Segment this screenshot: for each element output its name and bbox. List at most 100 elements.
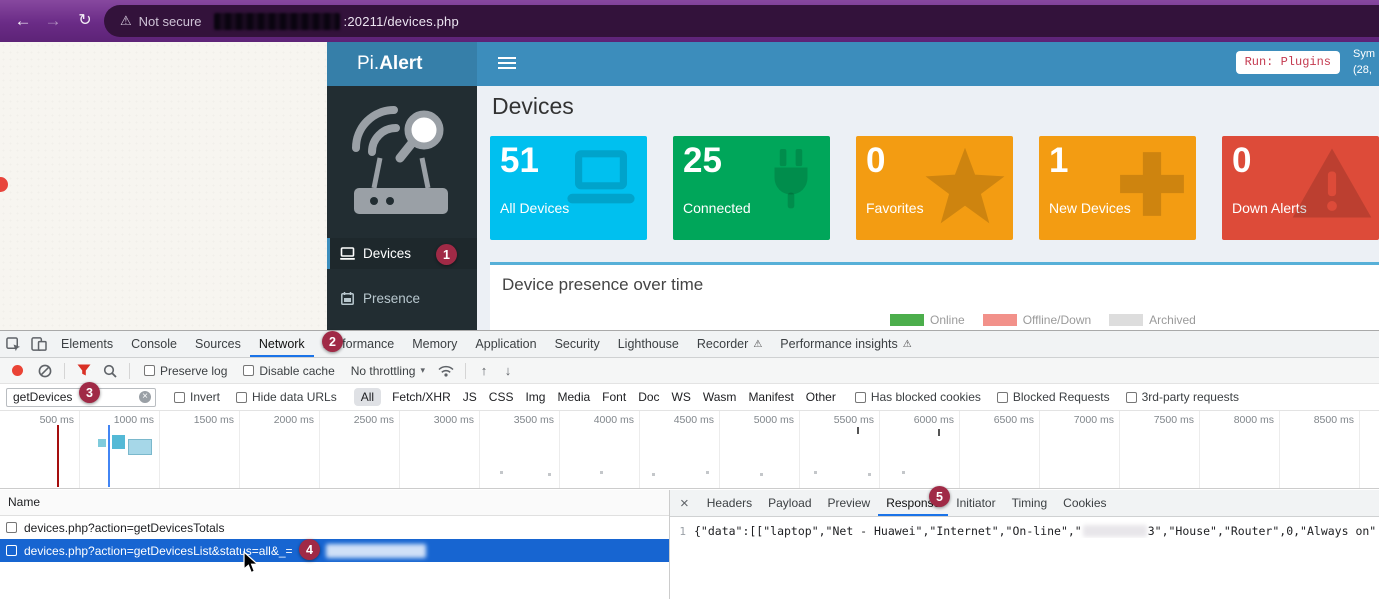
hide-data-urls-checkbox[interactable]: Hide data URLs bbox=[236, 390, 337, 404]
inspect-icon[interactable] bbox=[0, 331, 26, 357]
filter-type-wasm[interactable]: Wasm bbox=[703, 390, 737, 404]
timeline-tick: 3500 ms bbox=[480, 411, 560, 488]
chevron-down-icon: ▾ bbox=[420, 365, 425, 376]
filter-type-font[interactable]: Font bbox=[602, 390, 626, 404]
detail-tab-timing[interactable]: Timing bbox=[1004, 490, 1056, 516]
filter-type-manifest[interactable]: Manifest bbox=[748, 390, 793, 404]
app-logo[interactable]: Pi.Alert bbox=[327, 42, 477, 86]
tab-security[interactable]: Security bbox=[546, 331, 609, 357]
third-party-requests-checkbox[interactable]: 3rd-party requests bbox=[1126, 390, 1239, 404]
filter-type-css[interactable]: CSS bbox=[489, 390, 514, 404]
detail-tab-payload[interactable]: Payload bbox=[760, 490, 819, 516]
request-detail-pane: × Headers Payload Preview Response Initi… bbox=[670, 490, 1379, 599]
stat-card-new-devices[interactable]: 1 New Devices bbox=[1039, 136, 1196, 240]
disable-cache-checkbox[interactable]: Disable cache bbox=[243, 364, 334, 378]
reload-icon[interactable]: ↻ bbox=[72, 8, 98, 34]
network-timeline[interactable]: 500 ms 1000 ms 1500 ms 2000 ms 2500 ms 3… bbox=[0, 411, 1379, 489]
sidebar-item-presence[interactable]: Presence bbox=[327, 283, 477, 314]
checkbox[interactable] bbox=[174, 392, 185, 403]
warning-icon bbox=[1291, 146, 1373, 225]
filter-type-all[interactable]: All bbox=[354, 388, 381, 406]
stat-card-favorites[interactable]: 0 Favorites bbox=[856, 136, 1013, 240]
forward-icon[interactable]: → bbox=[40, 8, 66, 34]
topnav-right-line2: (28, bbox=[1353, 64, 1372, 76]
checkbox-label: Invert bbox=[190, 390, 220, 404]
app-sidebar: Pi.Alert bbox=[327, 42, 477, 330]
filter-type-fetch-xhr[interactable]: Fetch/XHR bbox=[392, 390, 451, 404]
detail-tab-cookies[interactable]: Cookies bbox=[1055, 490, 1114, 516]
topnav-right-text: Sym(28, bbox=[1353, 47, 1377, 79]
not-secure-label[interactable]: Not secure bbox=[139, 14, 202, 29]
request-checkbox[interactable] bbox=[6, 545, 17, 556]
checkbox[interactable] bbox=[855, 392, 866, 403]
clear-filter-icon[interactable]: × bbox=[139, 391, 151, 403]
tab-elements[interactable]: Elements bbox=[52, 331, 122, 357]
filter-type-js[interactable]: JS bbox=[463, 390, 477, 404]
legend-label: Offline/Down bbox=[1023, 313, 1091, 327]
tab-console[interactable]: Console bbox=[122, 331, 186, 357]
tab-lighthouse[interactable]: Lighthouse bbox=[609, 331, 688, 357]
filter-type-other[interactable]: Other bbox=[806, 390, 836, 404]
response-json-after: 3","House","Router",0,"Always on" bbox=[1148, 524, 1376, 538]
timeline-tick: 500 ms bbox=[0, 411, 80, 488]
request-checkbox[interactable] bbox=[6, 522, 17, 533]
timeline-tick: 8000 ms bbox=[1200, 411, 1280, 488]
requests-name-header[interactable]: Name bbox=[0, 490, 669, 516]
tab-recorder[interactable]: Recorder⚠ bbox=[688, 331, 771, 357]
requests-pane: Name devices.php?action=getDevicesTotals… bbox=[0, 490, 670, 599]
stat-card-down-alerts[interactable]: 0 Down Alerts bbox=[1222, 136, 1379, 240]
invert-checkbox[interactable]: Invert bbox=[174, 390, 220, 404]
has-blocked-cookies-checkbox[interactable]: Has blocked cookies bbox=[855, 390, 981, 404]
preserve-log-checkbox[interactable]: Preserve log bbox=[144, 364, 227, 378]
device-toolbar-icon[interactable] bbox=[26, 331, 52, 357]
hamburger-icon[interactable] bbox=[498, 57, 516, 59]
legend-label: Online bbox=[930, 313, 965, 327]
legend-swatch-offline bbox=[983, 314, 1017, 326]
brand-text-bold: Alert bbox=[379, 53, 422, 74]
address-bar[interactable]: ⚠ Not secure :20211/devices.php bbox=[104, 5, 1379, 37]
export-har-icon[interactable]: ↓ bbox=[496, 363, 520, 378]
checkbox[interactable] bbox=[997, 392, 1008, 403]
throttling-dropdown[interactable]: No throttling▾ bbox=[351, 364, 425, 378]
network-conditions-icon[interactable] bbox=[433, 365, 459, 377]
browser-toolbar: ← → ↻ ⚠ Not secure :20211/devices.php bbox=[0, 0, 1379, 42]
timeline-tick: 8500 ms bbox=[1280, 411, 1360, 488]
record-button[interactable] bbox=[12, 365, 23, 376]
network-toolbar: Preserve log Disable cache No throttling… bbox=[0, 358, 1379, 384]
close-icon[interactable]: × bbox=[670, 490, 699, 516]
tab-sources[interactable]: Sources bbox=[186, 331, 250, 357]
request-row-selected[interactable]: devices.php?action=getDevicesList&status… bbox=[0, 539, 669, 562]
checkbox[interactable] bbox=[1126, 392, 1137, 403]
stat-card-connected[interactable]: 25 Connected bbox=[673, 136, 830, 240]
tab-memory[interactable]: Memory bbox=[403, 331, 466, 357]
search-icon[interactable] bbox=[97, 364, 123, 378]
tab-performance-insights[interactable]: Performance insights⚠ bbox=[771, 331, 920, 357]
checkbox[interactable] bbox=[144, 365, 155, 376]
clear-icon[interactable] bbox=[32, 364, 58, 378]
request-row[interactable]: devices.php?action=getDevicesTotals bbox=[0, 516, 669, 539]
router-illustration bbox=[342, 96, 460, 231]
tab-network[interactable]: Network bbox=[250, 331, 314, 357]
filter-icon[interactable] bbox=[71, 364, 97, 377]
filter-type-media[interactable]: Media bbox=[557, 390, 590, 404]
detail-tab-initiator[interactable]: Initiator bbox=[948, 490, 1003, 516]
timeline-tick: 6500 ms bbox=[960, 411, 1040, 488]
import-har-icon[interactable]: ↑ bbox=[472, 363, 496, 378]
detail-tab-headers[interactable]: Headers bbox=[699, 490, 760, 516]
divider bbox=[465, 363, 466, 379]
checkbox[interactable] bbox=[243, 365, 254, 376]
checkbox[interactable] bbox=[236, 392, 247, 403]
response-body[interactable]: 1 {"data":[["laptop","Net - Huawei","Int… bbox=[670, 517, 1379, 538]
stat-card-all-devices[interactable]: 51 All Devices bbox=[490, 136, 647, 240]
network-filter-bar: getDevices × Invert Hide data URLs All F… bbox=[0, 384, 1379, 411]
filter-input-value: getDevices bbox=[13, 390, 139, 404]
blocked-requests-checkbox[interactable]: Blocked Requests bbox=[997, 390, 1110, 404]
plug-icon bbox=[758, 146, 824, 227]
tab-application[interactable]: Application bbox=[466, 331, 545, 357]
filter-type-img[interactable]: Img bbox=[525, 390, 545, 404]
filter-type-doc[interactable]: Doc bbox=[638, 390, 659, 404]
filter-type-ws[interactable]: WS bbox=[672, 390, 691, 404]
detail-tab-preview[interactable]: Preview bbox=[820, 490, 879, 516]
back-icon[interactable]: ← bbox=[10, 8, 36, 34]
run-plugins-button[interactable]: Run: Plugins bbox=[1236, 51, 1340, 74]
